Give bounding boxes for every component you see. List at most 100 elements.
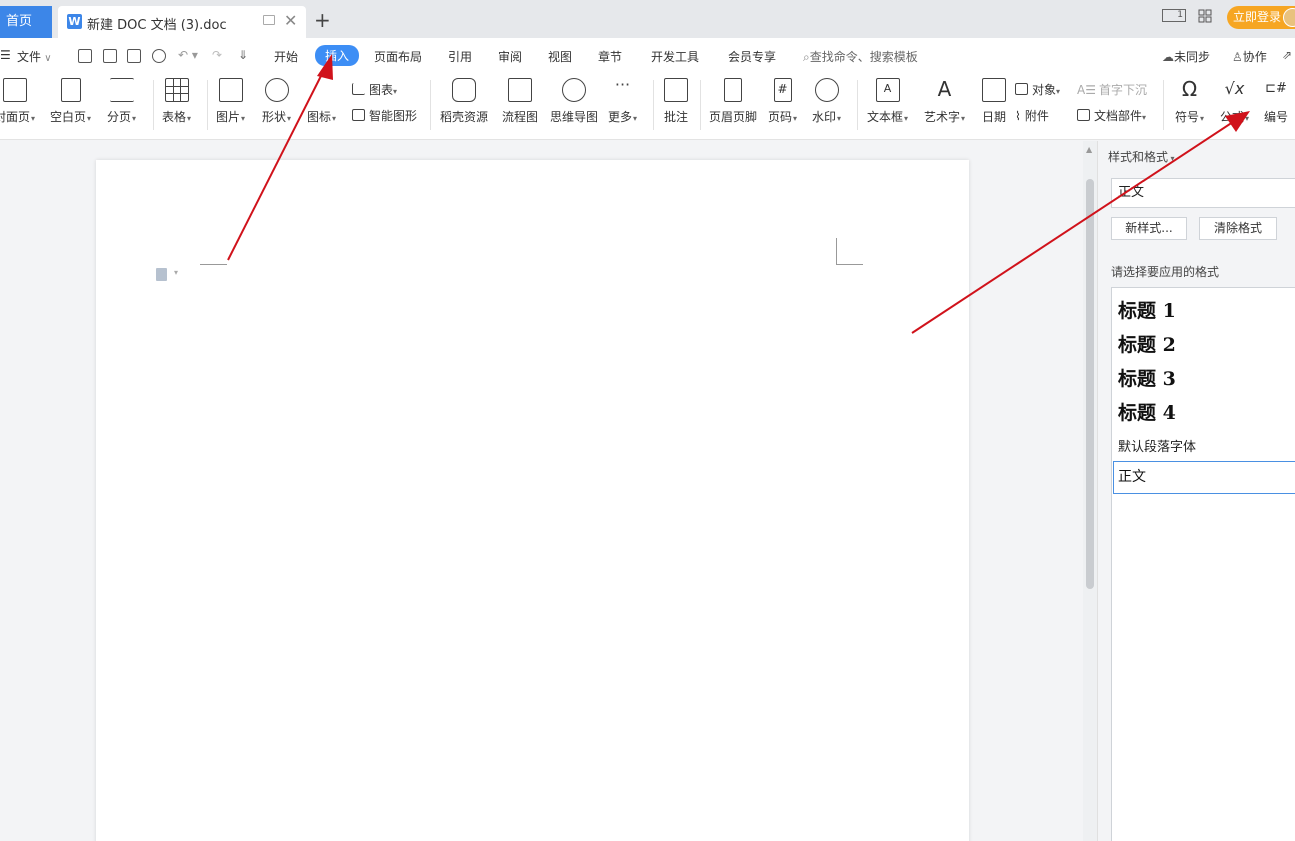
more-button[interactable]: ··· 更多▾	[608, 77, 638, 125]
table-button[interactable]: 表格▾	[162, 78, 191, 125]
paragraph-handle-icon[interactable]	[156, 268, 167, 281]
smart-art-button[interactable]: 智能图形	[352, 107, 417, 124]
blank-page-icon	[60, 78, 81, 102]
style-heading-2[interactable]: 标题 2	[1118, 330, 1176, 357]
cover-page-icon	[2, 78, 27, 102]
smart-art-label: 智能图形	[369, 109, 418, 123]
customize-qa-icon[interactable]: ⇓	[238, 48, 248, 62]
menu-item-view[interactable]: 视图	[548, 48, 572, 65]
current-style-field[interactable]: 正文	[1111, 178, 1295, 208]
blank-page-button[interactable]: 空白页▾	[50, 78, 91, 125]
dropdown-caret-icon[interactable]: ▾	[174, 268, 178, 277]
scrollbar-thumb[interactable]	[1086, 179, 1094, 589]
dropdown-caret-icon: ▾	[87, 114, 92, 123]
cover-page-button[interactable]: 封面页▾	[0, 78, 35, 125]
header-footer-icon	[724, 78, 742, 102]
print-preview-icon[interactable]	[152, 49, 166, 63]
share-icon[interactable]: ⇗	[1282, 48, 1292, 62]
close-icon[interactable]: ✕	[284, 11, 297, 30]
watermark-button[interactable]: 水印▾	[812, 78, 841, 125]
file-menu[interactable]: 文件 ∨	[17, 48, 52, 65]
login-button[interactable]: 立即登录	[1227, 6, 1295, 29]
object-icon	[1015, 83, 1028, 95]
page-layout-icon[interactable]: 1	[1162, 9, 1186, 22]
save-icon[interactable]	[78, 49, 92, 63]
export-pdf-icon[interactable]	[103, 49, 117, 63]
docer-resources-button[interactable]: 稻壳资源	[440, 78, 488, 125]
styles-panel-title[interactable]: 样式和格式 ▾	[1108, 148, 1175, 165]
date-button[interactable]: 日期	[982, 78, 1006, 125]
object-button[interactable]: 对象▾	[1015, 81, 1060, 98]
clear-format-button[interactable]: 清除格式	[1199, 217, 1277, 240]
document-page[interactable]: ▾	[96, 160, 969, 841]
grid-apps-icon[interactable]	[1198, 9, 1220, 25]
dropdown-caret-icon: ▾	[287, 114, 292, 123]
watermark-label: 水印	[812, 110, 837, 124]
chevron-down-icon: ∨	[41, 53, 52, 64]
more-label: 更多	[608, 110, 633, 124]
page-break-icon	[109, 78, 134, 102]
numbering-button[interactable]: ⊏# 编号	[1264, 78, 1288, 125]
style-default-paragraph-font[interactable]: 默认段落字体	[1118, 436, 1196, 455]
mind-map-button[interactable]: 思维导图	[550, 78, 598, 125]
picture-button[interactable]: 图片▾	[216, 78, 245, 125]
hamburger-icon[interactable]: ☰	[0, 48, 11, 62]
menu-item-developer[interactable]: 开发工具	[651, 48, 699, 65]
doc-parts-icon	[1077, 109, 1090, 121]
menu-item-references[interactable]: 引用	[448, 48, 472, 65]
dropdown-caret-icon: ▾	[393, 87, 398, 96]
docer-icon	[452, 78, 476, 102]
style-heading-3[interactable]: 标题 3	[1118, 364, 1176, 391]
undo-icon[interactable]: ↶ ▾	[178, 48, 198, 62]
menu-item-page-layout[interactable]: 页面布局	[374, 48, 422, 65]
redo-icon[interactable]: ↷	[212, 48, 222, 62]
menu-item-member[interactable]: 会员专享	[728, 48, 776, 65]
shape-button[interactable]: 形状▾	[262, 78, 291, 125]
mind-map-label: 思维导图	[550, 110, 599, 124]
mind-map-icon	[562, 78, 586, 102]
menu-item-review[interactable]: 审阅	[498, 48, 522, 65]
word-art-button[interactable]: A 艺术字▾	[924, 78, 965, 125]
dropdown-caret-icon: ▾	[1200, 114, 1205, 123]
command-search[interactable]: ⌕查找命令、搜索模板	[803, 48, 918, 65]
divider	[700, 80, 701, 130]
paperclip-icon: ⌇	[1015, 109, 1021, 123]
home-tab[interactable]: 首页	[0, 6, 52, 38]
sync-status[interactable]: ☁未同步	[1162, 48, 1210, 65]
scroll-up-icon[interactable]: ▲	[1086, 145, 1092, 154]
drop-cap-button[interactable]: A☰ 首字下沉	[1077, 81, 1147, 98]
cover-page-label: 封面页	[0, 110, 31, 124]
page-number-button[interactable]: # 页码▾	[768, 78, 797, 125]
style-heading-1[interactable]: 标题 1	[1118, 296, 1176, 323]
new-style-button[interactable]: 新样式...	[1111, 217, 1187, 240]
style-normal[interactable]: 正文	[1113, 461, 1295, 494]
style-heading-4[interactable]: 标题 4	[1118, 398, 1176, 425]
page-break-button[interactable]: 分页▾	[107, 78, 136, 125]
menu-item-chapter[interactable]: 章节	[598, 48, 622, 65]
attachment-button[interactable]: ⌇ 附件	[1015, 107, 1049, 124]
dropdown-caret-icon: ▾	[633, 114, 638, 123]
document-area: ▾	[0, 141, 1083, 841]
divider	[653, 80, 654, 130]
print-icon[interactable]	[127, 49, 141, 63]
vertical-scrollbar[interactable]: ▲	[1083, 141, 1097, 841]
text-box-button[interactable]: A 文本框▾	[867, 78, 908, 125]
formula-button[interactable]: √x 公式▾	[1220, 78, 1249, 125]
document-tab[interactable]: W 新建 DOC 文档 (3).doc ✕	[58, 6, 306, 38]
add-tab-button[interactable]: +	[314, 8, 331, 32]
dropdown-caret-icon: ▾	[1056, 87, 1061, 96]
collaborate-button[interactable]: ♙协作	[1232, 48, 1267, 65]
dropdown-caret-icon: ▾	[1245, 114, 1250, 123]
chart-button[interactable]: 图表▾	[352, 81, 397, 98]
menu-item-insert[interactable]: 插入	[315, 45, 360, 66]
symbol-button[interactable]: Ω 符号▾	[1175, 78, 1204, 125]
chart-label: 图表	[369, 83, 394, 97]
doc-parts-button[interactable]: 文档部件▾	[1077, 107, 1146, 124]
comment-button[interactable]: 批注	[664, 78, 688, 125]
insert-ribbon: 封面页▾ 空白页▾ 分页▾ 表格▾ 图片▾ 形状▾ 图标▾ 图表▾ 智能图形 稻…	[0, 74, 1295, 140]
monitor-icon[interactable]	[263, 15, 275, 25]
flowchart-button[interactable]: 流程图	[502, 78, 538, 125]
icon-library-button[interactable]: 图标▾	[307, 78, 336, 125]
menu-item-start[interactable]: 开始	[274, 48, 298, 65]
header-footer-button[interactable]: 页眉页脚	[709, 78, 757, 125]
